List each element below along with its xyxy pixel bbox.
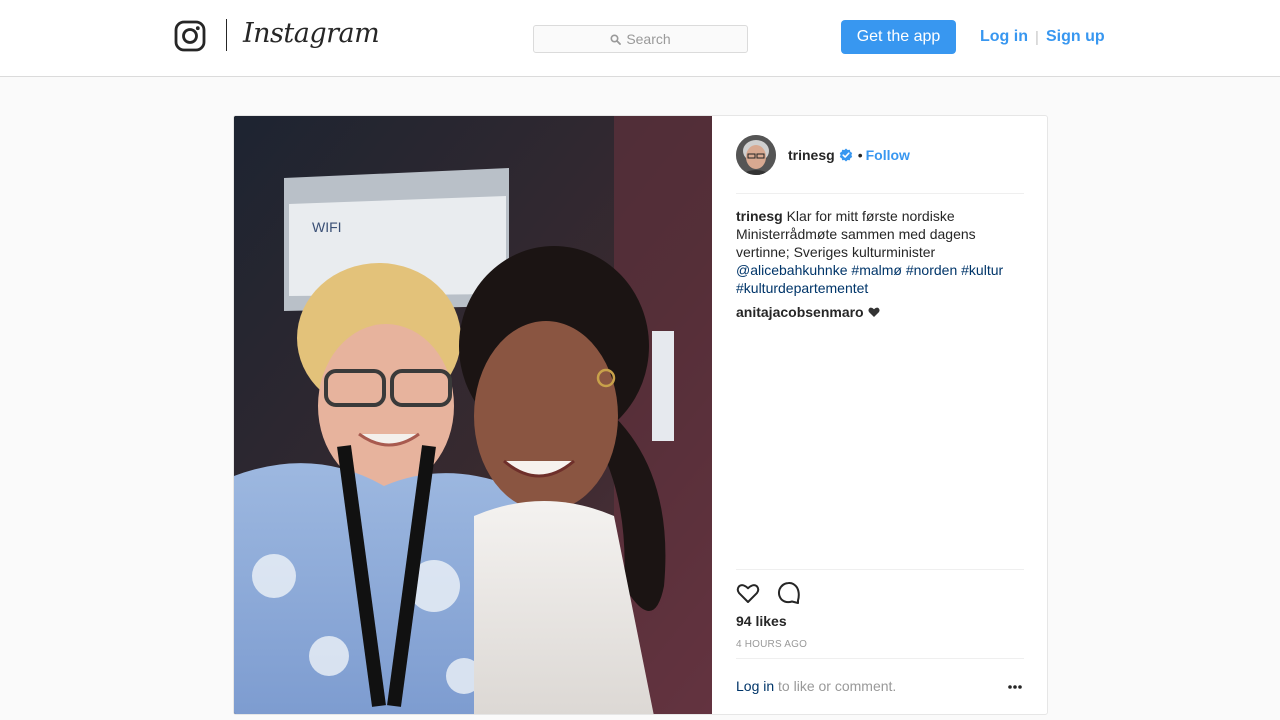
screen-text: WIFI	[312, 219, 342, 235]
post-header: trinesg • Follow	[788, 147, 910, 163]
post-photo[interactable]: WIFI	[234, 116, 712, 714]
post-username[interactable]: trinesg	[788, 147, 835, 163]
comment-icon[interactable]	[777, 581, 801, 605]
search-input-content: Search	[534, 26, 747, 52]
instagram-wordmark[interactable]: Instagram	[243, 16, 380, 52]
heart-icon[interactable]	[736, 581, 760, 605]
hashtag[interactable]: #kulturdepartementet	[736, 280, 868, 296]
black-heart-emoji-icon	[868, 307, 880, 317]
search-icon	[610, 33, 622, 45]
post-sidebar: trinesg • Follow trinesg Klar for mitt f…	[712, 116, 1047, 714]
post-caption: trinesg Klar for mitt første nordiske Mi…	[736, 207, 1024, 297]
top-nav-bar: Instagram Search Get the app Log in | Si…	[0, 0, 1280, 77]
hashtag[interactable]: #kultur	[961, 262, 1003, 278]
hashtag[interactable]: #malmø	[851, 262, 902, 278]
comment-username[interactable]: anitajacobsenmaro	[736, 303, 864, 321]
search-placeholder: Search	[626, 31, 671, 47]
comment-item: anitajacobsenmaro	[736, 303, 880, 321]
log-in-link[interactable]: Log in	[980, 28, 1028, 46]
instagram-glyph-icon[interactable]	[174, 20, 206, 52]
hashtag[interactable]: #norden	[906, 262, 957, 278]
footer-suffix: to like or comment.	[778, 678, 897, 694]
follow-button[interactable]: Follow	[866, 147, 910, 163]
logo-divider	[226, 19, 227, 51]
caption-username[interactable]: trinesg	[736, 208, 783, 224]
footer-log-in-link[interactable]: Log in	[736, 678, 774, 694]
verified-badge-icon	[839, 148, 852, 162]
likes-count[interactable]: 94 likes	[736, 613, 787, 629]
get-the-app-button[interactable]: Get the app	[841, 20, 956, 54]
avatar-image	[736, 135, 776, 175]
post-card: WIFI trinesg • Follow trinesg Klar for m…	[233, 115, 1048, 715]
divider	[736, 569, 1024, 570]
separator-dot: •	[857, 147, 863, 163]
login-to-comment: Log in to like or comment.	[736, 678, 896, 694]
sign-up-link[interactable]: Sign up	[1046, 28, 1105, 46]
search-input[interactable]: Search	[533, 25, 748, 53]
auth-separator: |	[1035, 29, 1039, 46]
avatar[interactable]	[736, 135, 776, 175]
caption-mention[interactable]: @alicebahkuhnke	[736, 262, 848, 278]
post-photo-illustration: WIFI	[234, 116, 712, 714]
more-options-icon[interactable]	[1007, 684, 1023, 690]
divider	[736, 658, 1024, 659]
post-timestamp[interactable]: 4 hours ago	[736, 639, 807, 650]
divider	[736, 193, 1024, 194]
